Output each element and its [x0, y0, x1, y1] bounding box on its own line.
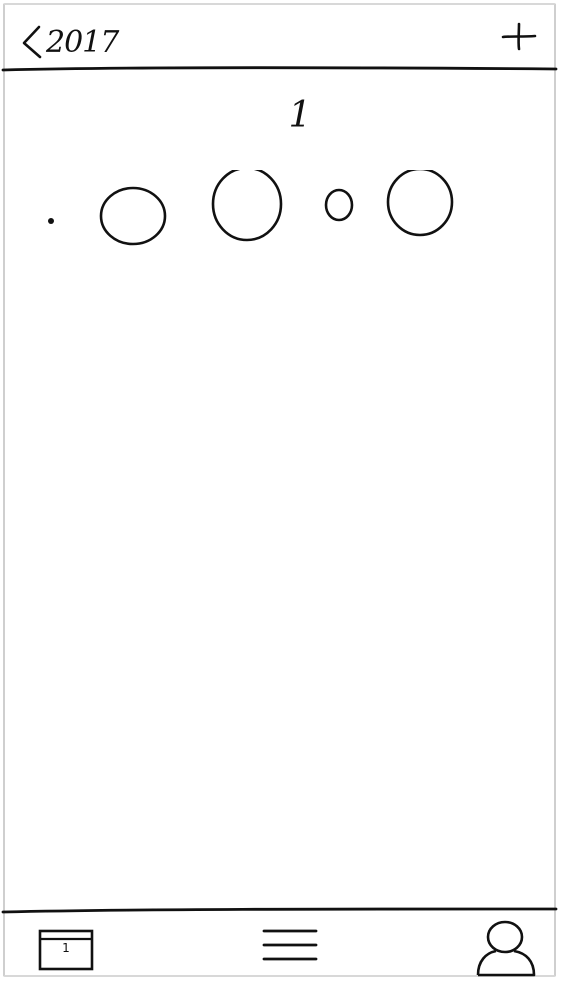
day-circle-medium-large[interactable] — [386, 170, 454, 237]
month-number: 1 — [288, 95, 312, 136]
year-label: 2017 — [46, 24, 119, 60]
day-circle-dot[interactable] — [48, 218, 54, 224]
back-to-year-button[interactable]: 2017 — [20, 18, 140, 66]
day-circles — [48, 170, 454, 246]
chevron-left-icon — [20, 24, 42, 60]
day-circle-large[interactable] — [211, 170, 283, 242]
header-divider — [1, 66, 558, 72]
add-button[interactable] — [497, 18, 541, 58]
tab-profile[interactable] — [472, 917, 542, 977]
plus-icon — [497, 22, 541, 62]
profile-icon — [472, 917, 542, 979]
menu-icon — [258, 917, 322, 973]
calendar-day-number: 1 — [62, 941, 70, 955]
day-circle-medium[interactable] — [99, 186, 167, 246]
day-circle-small[interactable] — [324, 188, 354, 222]
tab-bar: 1 — [0, 905, 562, 982]
month-view: 1 — [0, 80, 562, 900]
tab-menu[interactable] — [258, 917, 322, 977]
tab-calendar[interactable]: 1 — [36, 917, 96, 977]
top-bar: 2017 — [0, 0, 562, 74]
